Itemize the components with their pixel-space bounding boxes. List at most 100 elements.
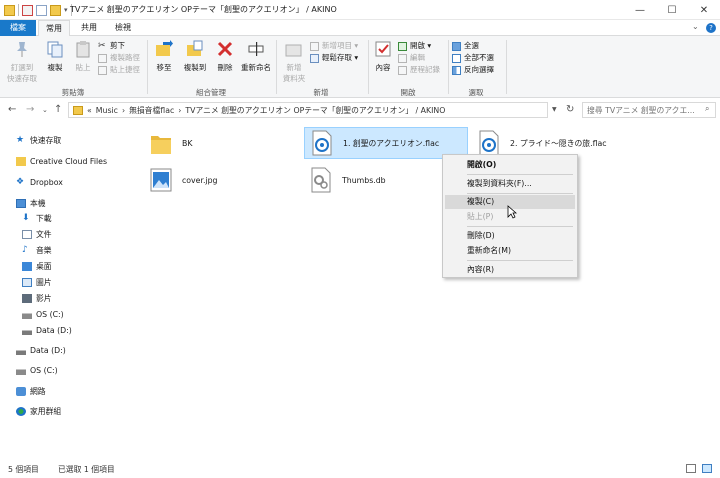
paste-shortcut-icon (98, 65, 107, 75)
properties-check-icon[interactable] (22, 4, 33, 16)
sidebar-item-os-c-drive[interactable]: OS (C:) (0, 362, 124, 378)
sidebar-item-pictures[interactable]: 圖片 (0, 274, 124, 290)
sidebar-item-downloads[interactable]: ⬇ 下載 (0, 210, 124, 226)
tab-file[interactable]: 檔案 (0, 20, 36, 36)
new-small-buttons: 新增項目 ▾ 輕鬆存取 ▾ (310, 40, 358, 64)
breadcrumb-music[interactable]: Music (96, 106, 118, 115)
sidebar-item-dropbox[interactable]: ❖ Dropbox (0, 174, 124, 190)
recent-locations-button[interactable]: ⌄ (42, 106, 48, 114)
delete-x-icon (217, 41, 233, 57)
file-item-bk[interactable]: BK (144, 127, 308, 159)
audio-file-icon (312, 130, 332, 156)
folder-icon (151, 136, 171, 154)
paste-shortcut-button[interactable]: 貼上捷徑 (98, 64, 140, 76)
sidebar-item-data-d-drive[interactable]: Data (D:) (0, 342, 124, 358)
clipboard-small-buttons: ✂ 剪下 複製路徑 貼上捷徑 (98, 40, 140, 76)
back-button[interactable]: ← (8, 104, 16, 115)
new-group-label: 新增 (313, 88, 329, 97)
file-name: BK (182, 138, 193, 148)
move-to-button[interactable]: 移至 (150, 40, 178, 73)
sidebar-item-quick-access[interactable]: ★ 快速存取 (0, 132, 124, 148)
details-view-icon[interactable] (686, 464, 696, 473)
item-count: 5 個項目 (8, 465, 39, 474)
sidebar-item-label: 桌面 (36, 261, 52, 271)
sidebar-item-os-c[interactable]: OS (C:) (0, 306, 124, 322)
windows-drive-icon (16, 365, 26, 375)
history-icon (398, 65, 407, 75)
help-icon[interactable]: ? (706, 23, 716, 33)
context-rename[interactable]: 重新命名(M) (445, 244, 575, 258)
copy-path-button[interactable]: 複製路徑 (98, 52, 140, 64)
cut-button[interactable]: ✂ 剪下 (98, 40, 140, 52)
breadcrumb-current-folder[interactable]: TVアニメ 創聖のアクエリオン OPテーマ「創聖のアクエリオン」 / AKINO (185, 105, 445, 116)
edit-button[interactable]: 編輯 (398, 52, 440, 64)
sidebar-item-this-pc[interactable]: 本機 (0, 195, 124, 211)
breadcrumb-overflow[interactable]: « (87, 106, 92, 115)
large-icons-view-icon[interactable] (702, 464, 712, 473)
folder-icon (4, 4, 15, 16)
copy-to-button[interactable]: 複製到 (180, 40, 210, 73)
address-dropdown-icon[interactable]: ▼ (552, 106, 557, 113)
new-folder-button[interactable]: 新增 資料夾 (280, 40, 308, 84)
chevron-down-icon[interactable]: ▾ (64, 6, 68, 14)
refresh-icon[interactable]: ↻ (566, 104, 574, 115)
address-bar[interactable]: « Music › 無損音檔flac › TVアニメ 創聖のアクエリオン OPテ… (68, 102, 548, 118)
maximize-button[interactable]: ☐ (656, 0, 688, 20)
scissors-icon: ✂ (98, 40, 106, 51)
new-document-icon[interactable] (36, 4, 47, 16)
sidebar-item-label: 本機 (30, 198, 46, 208)
invert-selection-button[interactable]: 反向選擇 (452, 64, 494, 76)
sidebar-item-homegroup[interactable]: 家用群組 (0, 403, 124, 419)
pin-quick-access-button[interactable]: 釘選到 快速存取 (2, 40, 42, 84)
rename-button[interactable]: 重新命名 (238, 40, 274, 73)
context-copy-to-folder[interactable]: 複製到資料夾(F)... (445, 177, 575, 191)
close-button[interactable]: ✕ (688, 0, 720, 20)
breadcrumb-separator[interactable]: › (122, 106, 125, 115)
up-button[interactable]: ↑ (54, 104, 62, 115)
dropbox-icon: ❖ (16, 176, 25, 187)
tab-view[interactable]: 檢視 (108, 20, 138, 36)
breadcrumb: « Music › 無損音檔flac › TVアニメ 創聖のアクエリオン OPテ… (73, 105, 445, 116)
copy-button[interactable]: 複製 (42, 40, 68, 73)
select-none-button[interactable]: 全部不選 (452, 52, 494, 64)
video-icon (22, 293, 32, 303)
breadcrumb-lossless[interactable]: 無損音檔flac (129, 105, 174, 116)
sidebar-item-creative-cloud[interactable]: Creative Cloud Files (0, 153, 124, 169)
properties-button[interactable]: 內容 (370, 40, 396, 73)
context-open[interactable]: 開啟(O) (445, 158, 575, 172)
rename-label: 重新命名 (241, 63, 271, 72)
audio-file-icon (479, 130, 499, 156)
sidebar-item-network[interactable]: 網路 (0, 383, 124, 399)
context-delete[interactable]: 刪除(D) (445, 229, 575, 243)
search-icon[interactable]: ⌕ (705, 104, 709, 114)
collapse-ribbon-icon[interactable]: ⌄ (692, 22, 699, 31)
sidebar-item-documents[interactable]: 文件 (0, 226, 124, 242)
drive-icon (22, 325, 32, 335)
open-button[interactable]: 開啟 ▾ (398, 40, 440, 52)
sidebar-item-label: 快速存取 (30, 135, 62, 145)
tab-home[interactable]: 常用 (38, 20, 70, 37)
paste-button[interactable]: 貼上 (70, 40, 96, 73)
easy-access-button[interactable]: 輕鬆存取 ▾ (310, 52, 358, 64)
tab-share[interactable]: 共用 (74, 20, 104, 36)
breadcrumb-separator[interactable]: › (178, 106, 181, 115)
mouse-cursor-icon (507, 205, 517, 219)
search-input[interactable] (583, 103, 703, 117)
select-all-button[interactable]: 全選 (452, 40, 494, 52)
delete-button[interactable]: 刪除 (212, 40, 238, 73)
easy-access-label: 輕鬆存取 ▾ (322, 53, 359, 62)
file-item-cover-jpg[interactable]: cover.jpg (144, 164, 308, 196)
sidebar-item-desktop[interactable]: 桌面 (0, 258, 124, 274)
forward-button[interactable]: → (26, 104, 34, 115)
clipboard-group-label: 剪貼簿 (61, 88, 85, 97)
sidebar-item-music[interactable]: ♪ 音樂 (0, 242, 124, 258)
context-properties[interactable]: 內容(R) (445, 263, 575, 277)
search-box[interactable]: ⌕ (582, 102, 716, 118)
new-item-button[interactable]: 新增項目 ▾ (310, 40, 358, 52)
new-folder-icon[interactable] (50, 4, 61, 16)
status-bar: 5 個項目 已選取 1 個項目 (0, 460, 720, 478)
minimize-button[interactable]: — (624, 0, 656, 20)
sidebar-item-data-d[interactable]: Data (D:) (0, 322, 124, 338)
sidebar-item-videos[interactable]: 影片 (0, 290, 124, 306)
history-button[interactable]: 歷程記錄 (398, 64, 440, 76)
